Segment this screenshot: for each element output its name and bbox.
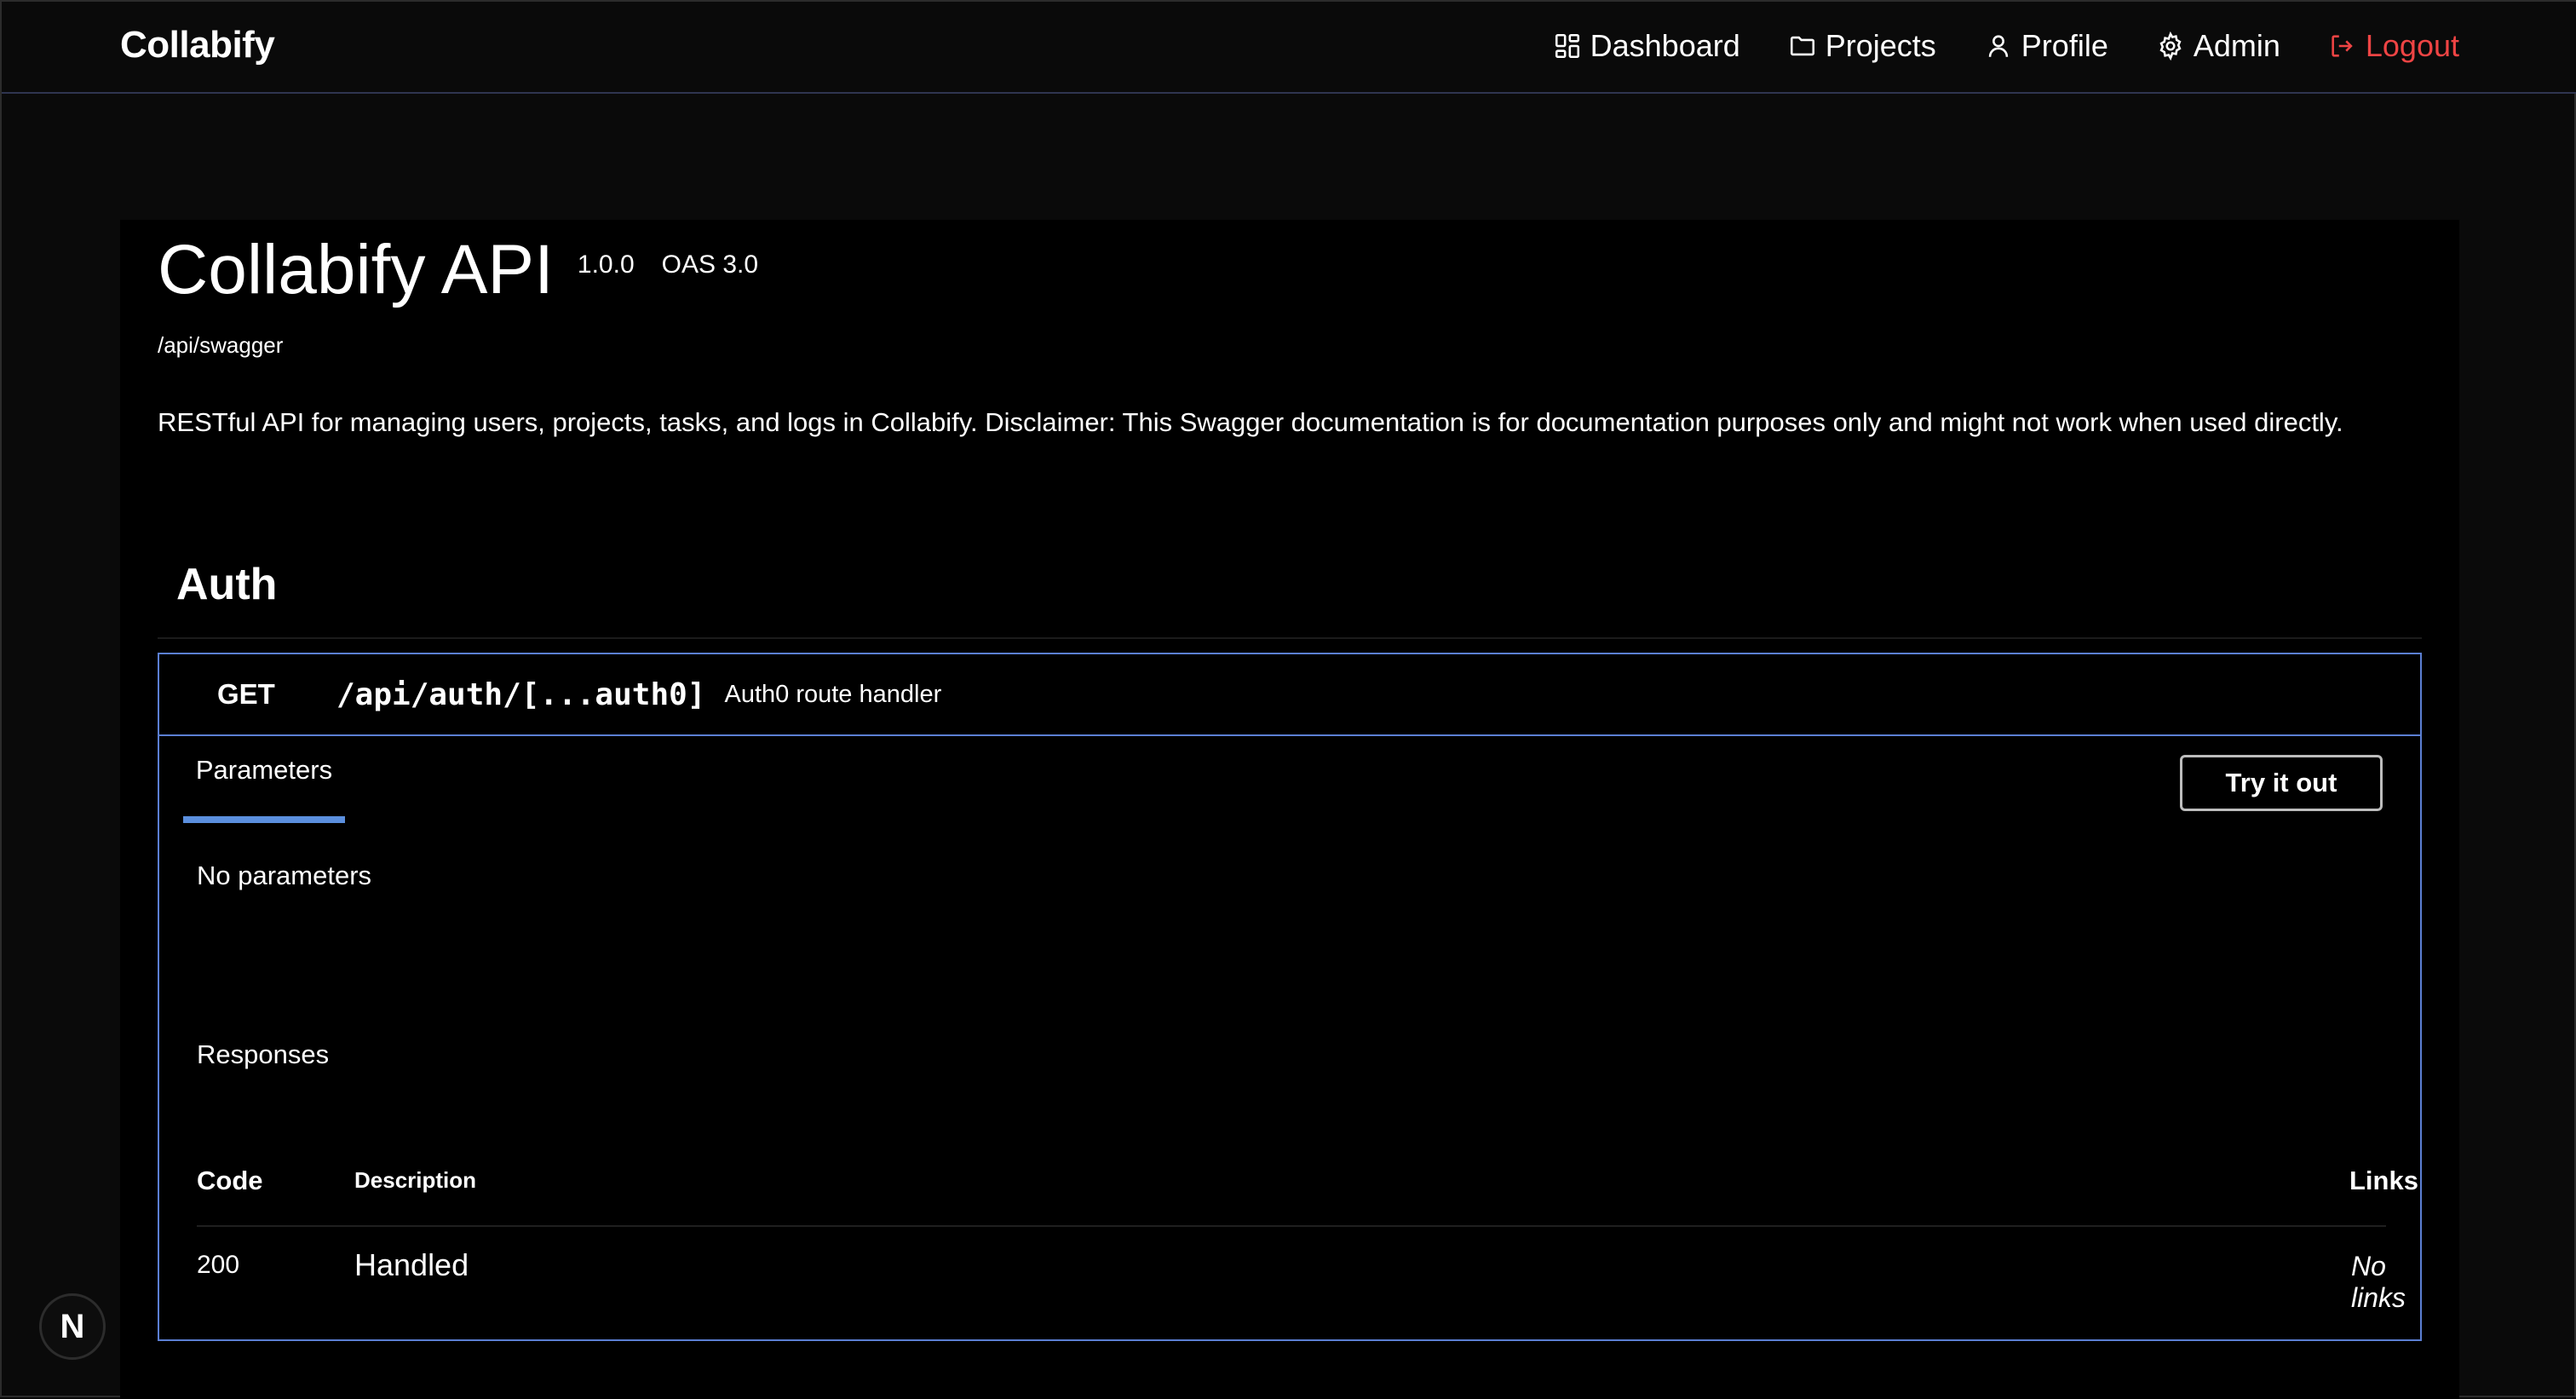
nav-dashboard-label: Dashboard (1590, 28, 1740, 63)
nav-admin-label: Admin (2193, 28, 2280, 63)
top-navbar: Collabify Dashboard Projects Profile Adm… (2, 2, 2576, 94)
nav-dashboard[interactable]: Dashboard (1553, 28, 1740, 64)
nav-logout[interactable]: Logout (2328, 28, 2459, 64)
api-title-row: Collabify API 1.0.0 OAS 3.0 (158, 231, 759, 308)
nav-profile[interactable]: Profile (1984, 28, 2108, 64)
folder-icon (1790, 36, 1814, 56)
version-badge: 1.0.0 (577, 250, 635, 279)
nav-projects-label: Projects (1825, 28, 1936, 63)
nextjs-dev-indicator[interactable]: N (39, 1293, 106, 1360)
response-links: No links (2351, 1251, 2406, 1313)
user-icon (1988, 35, 2008, 57)
app-window: Collabify Dashboard Projects Profile Adm… (0, 0, 2576, 1399)
column-header-code: Code (197, 1166, 263, 1195)
gear-icon (2159, 32, 2182, 60)
operation-summary[interactable]: GET /api/auth/[...auth0] Auth0 route han… (159, 654, 2420, 736)
nav-admin[interactable]: Admin (2156, 28, 2280, 64)
column-header-links: Links (2349, 1166, 2418, 1195)
brand-logo[interactable]: Collabify (120, 24, 275, 66)
nav-logout-label: Logout (2365, 28, 2459, 63)
try-it-out-button[interactable]: Try it out (2180, 755, 2383, 811)
api-title: Collabify API (158, 231, 554, 308)
tab-active-indicator (183, 816, 345, 823)
operation-summary-text: Auth0 route handler (724, 680, 942, 708)
nav-profile-label: Profile (2021, 28, 2108, 63)
operation-path: /api/auth/[...auth0] (336, 676, 706, 712)
dashboard-icon (1555, 33, 1579, 59)
swagger-panel: Collabify API 1.0.0 OAS 3.0 /api/swagger… (120, 220, 2459, 1399)
nav-projects[interactable]: Projects (1788, 28, 1936, 64)
no-parameters-text: No parameters (197, 861, 372, 890)
operation-block: GET /api/auth/[...auth0] Auth0 route han… (158, 653, 2422, 1341)
tab-parameters[interactable]: Parameters (183, 755, 345, 786)
column-header-description: Description (354, 1167, 477, 1193)
logout-icon (2332, 35, 2353, 57)
http-method-badge: GET (217, 678, 275, 710)
tag-divider (158, 637, 2422, 639)
response-code: 200 (197, 1251, 240, 1279)
response-description: Handled (354, 1247, 469, 1282)
responses-heading: Responses (197, 1039, 330, 1069)
spec-url-link[interactable]: /api/swagger (158, 332, 283, 359)
api-description: RESTful API for managing users, projects… (158, 407, 2343, 437)
oas-badge: OAS 3.0 (661, 250, 759, 279)
main-nav: Dashboard Projects Profile Admin Logout (1553, 26, 2459, 66)
table-header-divider (197, 1225, 2386, 1227)
tag-auth-heading[interactable]: Auth (176, 559, 277, 610)
